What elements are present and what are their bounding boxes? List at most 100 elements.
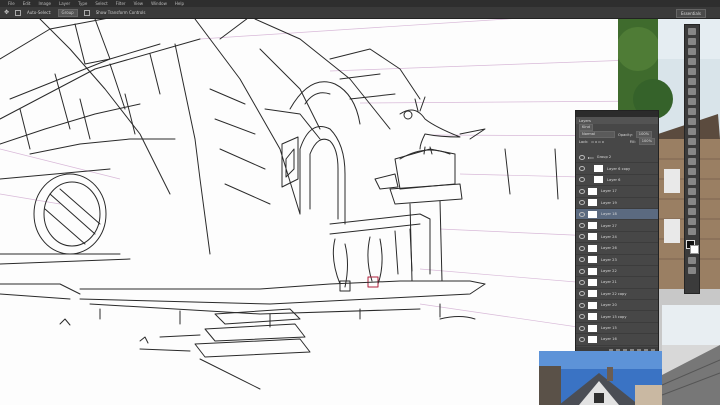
layer-row[interactable]: Layer 16 (576, 334, 658, 346)
visibility-eye-icon[interactable] (579, 211, 585, 217)
menu-select[interactable]: Select (95, 1, 107, 6)
menu-type[interactable]: Type (78, 1, 87, 6)
visibility-eye-icon[interactable] (579, 177, 585, 183)
layer-row[interactable]: Layer 26 (576, 243, 658, 255)
quick-select-icon[interactable] (688, 58, 696, 65)
layer-list[interactable]: ▸▭ Group 2 Layer 6 copy Layer 6 Layer 17… (576, 152, 658, 346)
menu-image[interactable]: Image (38, 1, 51, 6)
color-swatches[interactable] (686, 240, 699, 254)
layer-group-row[interactable]: ▸▭ Group 2 (576, 152, 658, 164)
visibility-eye-icon[interactable] (579, 336, 585, 342)
layer-thumbnail (588, 335, 597, 343)
eraser-tool-icon[interactable] (688, 128, 696, 135)
layer-row[interactable]: Layer 19 (576, 198, 658, 209)
visibility-eye-icon[interactable] (579, 279, 585, 285)
auto-select-dropdown[interactable]: Group (57, 8, 78, 17)
visibility-eye-icon[interactable] (579, 314, 585, 320)
zoom-tool-icon[interactable] (688, 218, 696, 225)
auto-select-checkbox[interactable] (15, 9, 22, 16)
menu-bar: File Edit Image Layer Type Select Filter… (0, 0, 720, 7)
crop-tool-icon[interactable] (688, 68, 696, 75)
visibility-eye-icon[interactable] (579, 291, 585, 297)
layer-row[interactable]: Layer 22 (576, 266, 658, 278)
layer-row[interactable]: Layer 20 (576, 300, 658, 312)
brush-tool-icon[interactable] (688, 98, 696, 105)
opacity-field[interactable]: 100% (635, 131, 653, 138)
layers-panel: Layers Kind Normal Opacity: 100% Lock: ▫… (575, 110, 659, 356)
menu-edit[interactable]: Edit (23, 1, 31, 6)
layer-thumbnail (588, 313, 597, 321)
layer-row[interactable]: Layer 24 (576, 232, 658, 244)
visibility-eye-icon[interactable] (579, 302, 585, 308)
layer-name: Layer 20 (601, 303, 617, 308)
visibility-eye-icon[interactable] (579, 166, 585, 172)
path-select-icon[interactable] (688, 188, 696, 195)
tools-panel[interactable] (684, 24, 700, 294)
layer-thumbnail (588, 187, 597, 195)
layer-row[interactable]: Layer 6 (576, 175, 658, 187)
gradient-tool-icon[interactable] (688, 138, 696, 145)
layer-name: Layer 6 copy (607, 166, 631, 171)
blend-mode-select[interactable]: Normal (579, 131, 615, 138)
type-tool-icon[interactable] (688, 178, 696, 185)
filter-kind-select[interactable]: Kind (579, 124, 593, 131)
pen-tool-icon[interactable] (688, 168, 696, 175)
visibility-eye-icon[interactable] (579, 325, 585, 331)
screen-mode-icon[interactable] (688, 267, 696, 274)
visibility-eye-icon[interactable] (579, 234, 585, 240)
visibility-eye-icon[interactable] (579, 188, 585, 194)
blend-row: Normal Opacity: 100% (576, 131, 658, 138)
lock-icons[interactable]: ▫▫▫▫ (591, 140, 605, 144)
fill-label: Fill: (629, 139, 636, 144)
more-tools-icon[interactable] (688, 228, 696, 235)
menu-file[interactable]: File (8, 1, 15, 6)
layer-row[interactable]: Layer 22 copy (576, 289, 658, 301)
move-tool-icon[interactable] (688, 28, 696, 35)
layer-name: Layer 19 (601, 200, 617, 205)
quick-mask-icon[interactable] (688, 257, 696, 264)
blur-tool-icon[interactable] (688, 148, 696, 155)
menu-help[interactable]: Help (175, 1, 184, 6)
reference-photo-porch (662, 305, 720, 405)
layer-row-selected[interactable]: Layer 18 (576, 208, 658, 221)
hand-tool-icon[interactable] (688, 208, 696, 215)
opacity-label: Opacity: (618, 132, 633, 137)
dodge-tool-icon[interactable] (688, 158, 696, 165)
layer-row[interactable]: Layer 21 (576, 277, 658, 289)
lasso-tool-icon[interactable] (688, 48, 696, 55)
history-brush-icon[interactable] (688, 118, 696, 125)
workspace-switcher[interactable]: Essentials (675, 9, 706, 18)
visibility-eye-icon[interactable] (579, 154, 585, 160)
auto-select-label: Auto-Select: (27, 10, 52, 15)
healing-brush-icon[interactable] (688, 88, 696, 95)
reference-photo-roof (539, 351, 662, 405)
layer-row[interactable]: Layer 17 (576, 186, 658, 198)
options-bar: ✥ Auto-Select: Group Show Transform Cont… (0, 7, 720, 19)
menu-layer[interactable]: Layer (59, 1, 70, 6)
clone-stamp-icon[interactable] (688, 108, 696, 115)
layer-thumbnail (588, 278, 597, 286)
document-canvas[interactable] (0, 19, 660, 405)
menu-window[interactable]: Window (151, 1, 167, 6)
layer-row[interactable]: Layer 6 copy (576, 163, 658, 175)
menu-view[interactable]: View (134, 1, 144, 6)
layers-tab[interactable]: Layers (576, 117, 658, 124)
layer-row[interactable]: Layer 23 (576, 255, 658, 266)
fill-field[interactable]: 100% (638, 138, 655, 145)
layer-row[interactable]: Layer 15 (576, 323, 658, 335)
visibility-eye-icon[interactable] (579, 223, 585, 229)
visibility-eye-icon[interactable] (579, 257, 585, 263)
layer-row[interactable]: Layer 15 copy (576, 311, 658, 323)
layer-row[interactable]: Layer 27 (576, 220, 658, 232)
layer-name: Layer 6 (607, 177, 621, 182)
move-tool-icon[interactable]: ✥ (4, 9, 9, 16)
marquee-tool-icon[interactable] (688, 38, 696, 45)
shape-tool-icon[interactable] (688, 198, 696, 205)
visibility-eye-icon[interactable] (579, 200, 585, 206)
menu-filter[interactable]: Filter (116, 1, 126, 6)
visibility-eye-icon[interactable] (579, 268, 585, 274)
layer-name: Group 2 (596, 155, 612, 160)
eyedropper-icon[interactable] (688, 78, 696, 85)
visibility-eye-icon[interactable] (579, 245, 585, 251)
transform-controls-checkbox[interactable] (83, 9, 90, 16)
